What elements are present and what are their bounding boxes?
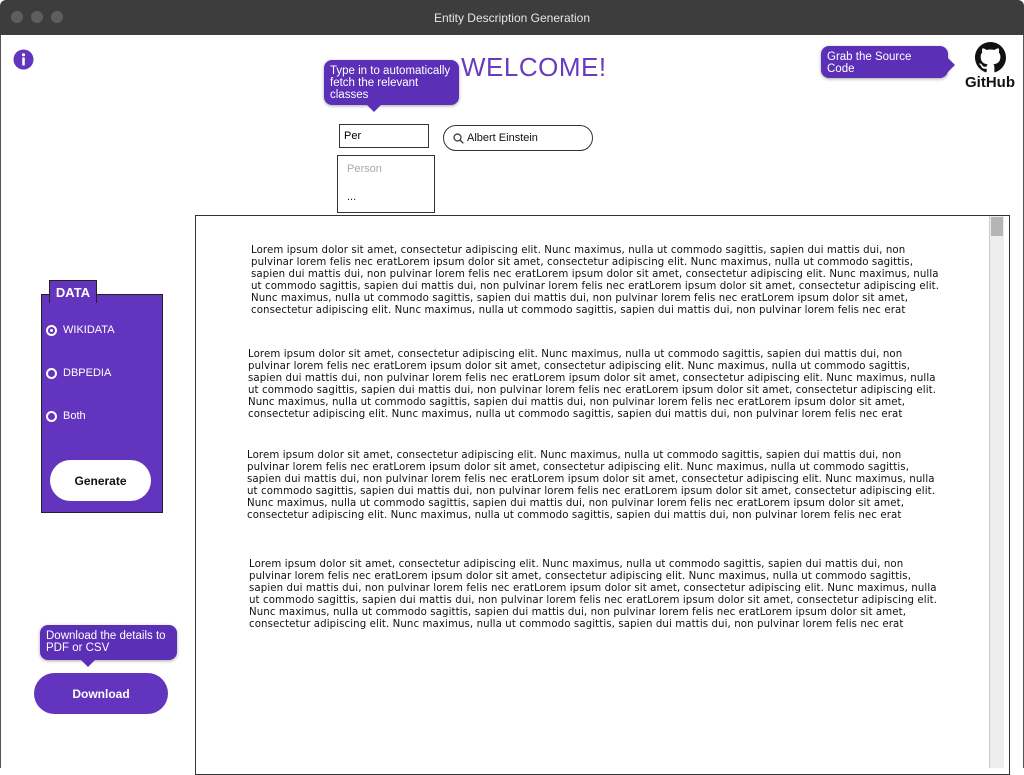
generate-button[interactable]: Generate xyxy=(50,460,151,501)
description-paragraph: Lorem ipsum dolor sit amet, consectetur … xyxy=(247,450,936,521)
radio-both[interactable]: Both xyxy=(46,410,86,422)
window-titlebar: Entity Description Generation xyxy=(0,0,1024,35)
maximize-window-button[interactable] xyxy=(51,11,63,23)
window-title: Entity Description Generation xyxy=(433,10,591,25)
minimize-window-button[interactable] xyxy=(31,11,43,23)
class-search-input[interactable] xyxy=(339,124,429,148)
close-window-button[interactable] xyxy=(11,11,23,23)
radio-dbpedia-label: DBPEDIA xyxy=(63,367,112,379)
window-controls xyxy=(11,11,63,23)
data-panel-title: DATA xyxy=(49,280,97,303)
download-button[interactable]: Download xyxy=(34,673,168,714)
download-tooltip: Download the details to PDF or CSV xyxy=(40,625,177,667)
github-icon xyxy=(974,42,1006,73)
radio-wikidata[interactable]: WIKIDATA xyxy=(46,324,115,336)
class-search-tooltip: Type in to automatically fetch the relev… xyxy=(324,60,459,112)
github-link[interactable]: GitHub xyxy=(962,42,1018,91)
class-suggestions-dropdown: Person ... xyxy=(337,155,435,213)
welcome-heading: WELCOME! xyxy=(461,52,607,82)
info-icon[interactable] xyxy=(13,49,34,70)
output-scrollbar[interactable] xyxy=(989,216,1004,768)
dropdown-item-person[interactable]: Person xyxy=(347,163,382,175)
entity-search-input[interactable]: Albert Einstein xyxy=(443,125,593,151)
dropdown-item-more[interactable]: ... xyxy=(347,191,356,203)
radio-wikidata-indicator[interactable] xyxy=(46,324,57,336)
radio-wikidata-label: WIKIDATA xyxy=(63,324,115,336)
radio-dbpedia[interactable]: DBPEDIA xyxy=(46,367,111,379)
entity-search-value: Albert Einstein xyxy=(467,132,538,144)
description-paragraph: Lorem ipsum dolor sit amet, consectetur … xyxy=(248,349,937,420)
search-icon xyxy=(453,132,464,144)
source-code-tooltip: Grab the Source Code xyxy=(821,46,955,78)
description-paragraph: Lorem ipsum dolor sit amet, consectetur … xyxy=(249,559,938,630)
output-scrollbar-thumb[interactable] xyxy=(991,217,1003,236)
radio-both-label: Both xyxy=(63,410,86,422)
description-paragraph: Lorem ipsum dolor sit amet, consectetur … xyxy=(251,245,940,316)
github-label: GitHub xyxy=(965,74,1015,91)
radio-dbpedia-indicator[interactable] xyxy=(46,367,57,379)
radio-both-indicator[interactable] xyxy=(46,410,57,422)
